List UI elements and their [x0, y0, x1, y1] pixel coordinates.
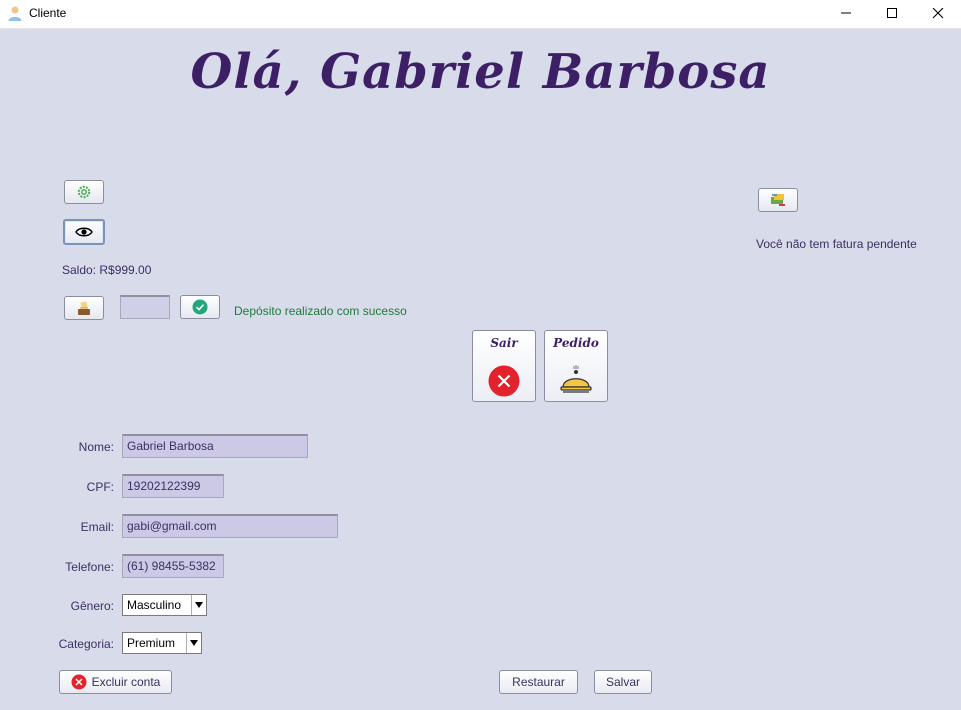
category-select[interactable]: Premium: [122, 632, 202, 654]
close-icon: [932, 8, 944, 19]
save-button[interactable]: Salvar: [594, 670, 652, 694]
restore-button[interactable]: Restaurar: [499, 670, 578, 694]
save-label: Salvar: [605, 675, 640, 689]
delete-account-button[interactable]: Excluir conta: [59, 670, 172, 694]
settings-button[interactable]: [64, 180, 104, 204]
maximize-icon: [887, 8, 897, 18]
greeting-title: Olá, Gabriel Barbosa: [190, 44, 771, 100]
balance-label: Saldo: R$999.00: [62, 263, 152, 277]
category-label: Categoria:: [58, 637, 114, 651]
delete-account-label: Excluir conta: [91, 675, 161, 689]
cpf-label: CPF:: [86, 480, 114, 494]
user-icon: [8, 6, 22, 21]
window-title: Cliente: [29, 6, 67, 20]
toggle-balance-visibility-button[interactable]: [63, 219, 105, 245]
order-button-label: Pedido: [553, 336, 599, 350]
pay-invoice-button[interactable]: [758, 188, 798, 212]
chevron-down-icon: [195, 602, 203, 608]
close-circle-icon: [488, 365, 520, 397]
check-circle-icon: [192, 299, 208, 315]
email-label: Email:: [80, 520, 114, 534]
exit-button-label: Sair: [490, 336, 518, 350]
email-field[interactable]: gabi@gmail.com: [122, 514, 338, 538]
minimize-button[interactable]: [823, 0, 869, 28]
restore-label: Restaurar: [512, 675, 565, 689]
name-field[interactable]: Gabriel Barbosa: [122, 434, 308, 458]
category-dropdown-arrow[interactable]: [186, 633, 201, 653]
name-label: Nome:: [78, 440, 114, 454]
close-window-button[interactable]: [915, 0, 961, 28]
money-transfer-icon: [771, 194, 785, 206]
deposit-button[interactable]: [64, 296, 104, 320]
maximize-button[interactable]: [869, 0, 915, 28]
gender-dropdown-arrow[interactable]: [191, 595, 206, 615]
gender-select[interactable]: Masculino: [122, 594, 207, 616]
minimize-icon: [841, 12, 851, 14]
exit-button[interactable]: Sair: [472, 330, 536, 402]
deposit-amount-input[interactable]: [120, 295, 170, 319]
phone-field[interactable]: (61) 98455-5382: [122, 554, 224, 578]
deposit-status-message: Depósito realizado com sucesso: [234, 304, 407, 318]
eye-icon: [75, 227, 93, 237]
phone-label: Telefone:: [65, 560, 114, 574]
invoice-status-message: Você não tem fatura pendente: [756, 237, 917, 251]
confirm-deposit-button[interactable]: [180, 295, 220, 319]
close-circle-icon: [71, 674, 87, 690]
window-titlebar: Cliente: [0, 0, 961, 29]
gender-label: Gênero:: [70, 599, 114, 613]
food-cloche-icon: [560, 365, 592, 393]
gear-icon: [77, 185, 91, 199]
chevron-down-icon: [190, 640, 198, 646]
gender-select-value: Masculino: [127, 598, 182, 612]
deposit-icon: [78, 301, 90, 315]
cpf-field[interactable]: 19202122399: [122, 474, 224, 498]
order-button[interactable]: Pedido: [544, 330, 608, 402]
category-select-value: Premium: [127, 636, 176, 650]
